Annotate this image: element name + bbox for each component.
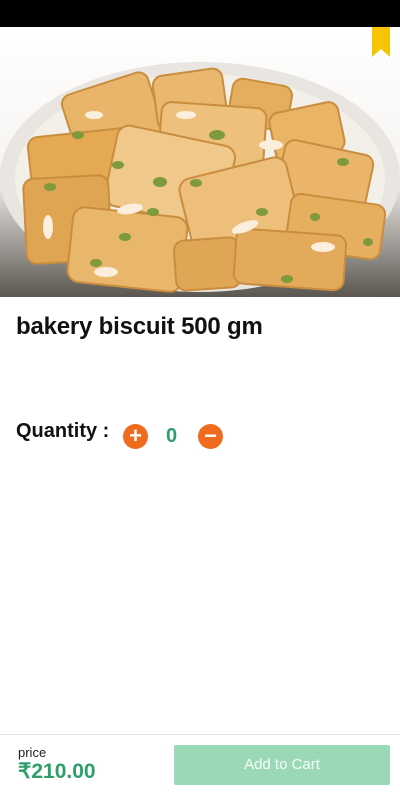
plus-icon: +	[129, 423, 142, 448]
bookmark-icon[interactable]	[372, 27, 390, 57]
biscuit-image	[0, 62, 400, 293]
price-label: price	[18, 745, 47, 760]
increase-quantity-button[interactable]: +	[123, 424, 148, 449]
product-title: bakery biscuit 500 gm	[16, 313, 263, 340]
add-to-cart-button[interactable]: Add to Cart	[174, 745, 390, 785]
status-bar	[0, 0, 400, 27]
price-value: ₹210.00	[18, 760, 96, 783]
quantity-label: Quantity :	[16, 420, 110, 442]
minus-icon: −	[204, 423, 217, 448]
quantity-value: 0	[166, 425, 178, 447]
product-image	[0, 27, 400, 297]
decrease-quantity-button[interactable]: −	[198, 424, 223, 449]
